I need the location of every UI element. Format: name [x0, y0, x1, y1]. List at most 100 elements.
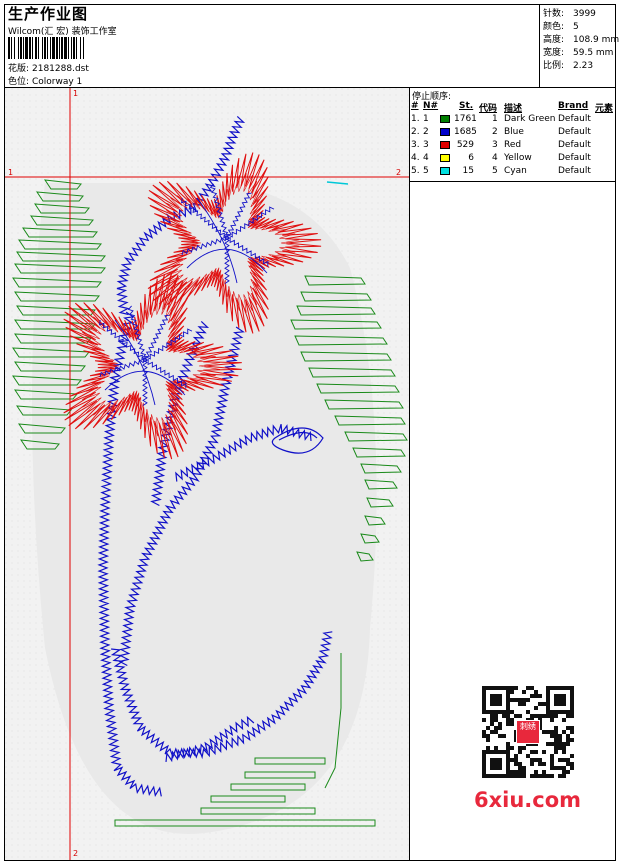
row-code: 1	[492, 114, 498, 124]
qr-module	[550, 762, 554, 766]
qr-module	[490, 718, 494, 722]
qr-module	[518, 770, 522, 774]
qr-module	[502, 714, 506, 718]
barcode-bar	[47, 37, 48, 59]
color-row[interactable]: 5. 5 15 5 Cyan Default	[410, 166, 616, 179]
qr-module	[522, 746, 526, 750]
qr-module	[494, 718, 498, 722]
qr-module	[510, 758, 514, 762]
row-code: 4	[492, 153, 498, 163]
qr-module	[518, 702, 522, 706]
header-code: 代码	[479, 104, 498, 114]
barcode-bar	[83, 37, 84, 59]
row-brand: Default	[558, 140, 591, 150]
qr-finder-core	[490, 694, 502, 706]
row-num: 3.	[411, 140, 420, 150]
qr-module	[534, 750, 538, 754]
design-label: 花版:	[8, 64, 30, 74]
qr-module	[562, 718, 566, 722]
qr-module	[570, 762, 574, 766]
stat-width: 宽度: 59.5 mm	[543, 45, 613, 58]
row-code: 2	[492, 127, 498, 137]
qr-module	[498, 722, 502, 726]
qr-module	[490, 722, 494, 726]
row-no: 1	[423, 114, 429, 124]
qr-module	[530, 774, 534, 778]
qr-module	[486, 734, 490, 738]
color-row[interactable]: 2. 2 1685 2 Blue Default	[410, 127, 616, 140]
qr-module	[510, 774, 514, 778]
color-row[interactable]: 3. 3 529 3 Red Default	[410, 140, 616, 153]
barcode-bar	[35, 37, 37, 59]
stat-value: 5	[573, 22, 579, 32]
row-desc: Red	[504, 140, 522, 150]
row-desc: Yellow	[504, 153, 532, 163]
barcode-bar	[80, 37, 81, 59]
qr-module	[506, 718, 510, 722]
row-num: 4.	[411, 153, 420, 163]
qr-module	[570, 714, 574, 718]
page-title: 生产作业图	[8, 5, 89, 23]
qr-module	[566, 734, 570, 738]
qr-module	[554, 750, 558, 754]
qr-module	[554, 746, 558, 750]
row-num: 5.	[411, 166, 420, 176]
qr-module	[506, 746, 510, 750]
barcode-bar	[68, 37, 69, 59]
barcode-bar	[29, 37, 31, 59]
qr-module	[558, 734, 562, 738]
qr-module	[562, 770, 566, 774]
qr-module	[486, 746, 490, 750]
qr-module	[518, 762, 522, 766]
qr-module	[514, 762, 518, 766]
design-file-row: 花版: 2181288.dst	[8, 61, 89, 74]
barcode-bar	[44, 37, 46, 59]
stat-value: 59.5 mm	[573, 48, 614, 58]
row-stitches: 1761	[454, 114, 477, 124]
design-canvas[interactable]	[4, 88, 410, 861]
qr-module	[558, 746, 562, 750]
row-brand: Default	[558, 127, 591, 137]
qr-module	[510, 718, 514, 722]
qr-module	[490, 714, 494, 718]
stat-label: 高度:	[543, 35, 565, 45]
qr-module	[514, 758, 518, 762]
qr-module	[538, 694, 542, 698]
guide-v-top-label: 1	[73, 89, 79, 98]
qr-module	[558, 742, 562, 746]
qr-module	[522, 698, 526, 702]
stat-value: 108.9 mm	[573, 35, 620, 45]
header-no: N#	[423, 101, 439, 111]
qr-module	[554, 714, 558, 718]
stat-colors: 颜色: 5	[543, 19, 579, 32]
qr-module	[522, 766, 526, 770]
qr-module	[518, 750, 522, 754]
qr-finder-core	[490, 758, 502, 770]
qr-module	[566, 770, 570, 774]
qr-module	[494, 746, 498, 750]
stat-label: 颜色:	[543, 22, 565, 32]
barcode-bar	[18, 37, 19, 59]
barcode-bar	[32, 37, 33, 59]
qr-module	[550, 774, 554, 778]
qr-module	[486, 726, 490, 730]
qr-module	[554, 734, 558, 738]
qr-module	[550, 718, 554, 722]
qr-module	[542, 750, 546, 754]
color-row[interactable]: 1. 1 1761 1 Dark Green Default	[410, 114, 616, 127]
barcode-bar	[56, 37, 58, 59]
qr-module	[490, 730, 494, 734]
color-swatch	[440, 115, 450, 123]
qr-module	[510, 686, 514, 690]
row-stitches: 529	[456, 140, 474, 150]
qr-module	[542, 714, 546, 718]
qr-module	[554, 742, 558, 746]
barcode-icon	[8, 37, 84, 59]
row-no: 2	[423, 127, 429, 137]
qr-module	[542, 770, 546, 774]
qr-module	[514, 714, 518, 718]
qr-module	[502, 734, 506, 738]
color-row[interactable]: 4. 4 6 4 Yellow Default	[410, 153, 616, 166]
row-brand: Default	[558, 114, 591, 124]
qr-module	[506, 722, 510, 726]
